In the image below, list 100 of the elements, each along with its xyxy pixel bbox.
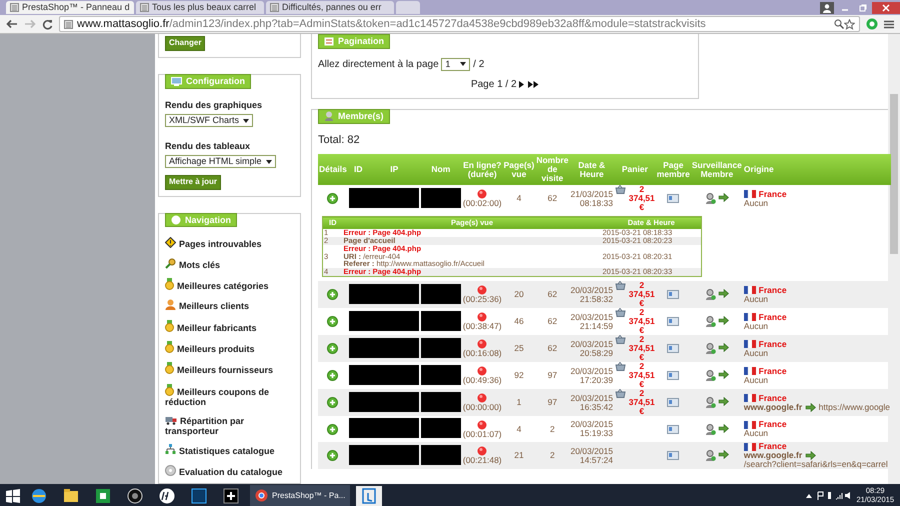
expand-icon[interactable] (327, 316, 338, 328)
visit-time: 08:18:33 (578, 198, 614, 208)
dropdown-caret-icon (243, 118, 250, 123)
update-button[interactable]: Mettre à jour (165, 175, 222, 190)
table-render-select[interactable]: Affichage HTML simple (165, 155, 276, 168)
id-card-icon[interactable] (667, 290, 680, 300)
arrow-icon[interactable] (718, 424, 730, 433)
id-card-icon[interactable] (667, 424, 680, 434)
zoom-icon[interactable] (834, 19, 844, 29)
menu-icon[interactable] (884, 20, 894, 28)
expand-icon[interactable] (327, 289, 338, 300)
arrow-icon[interactable] (718, 370, 730, 380)
scrollbar-thumb[interactable] (890, 94, 898, 254)
id-card-icon[interactable] (667, 317, 680, 326)
nav-link[interactable]: Pages introuvables (165, 237, 294, 250)
expand-icon[interactable] (327, 397, 338, 408)
person-icon[interactable] (704, 289, 716, 300)
flag-icon (744, 442, 756, 451)
nav-link[interactable]: Evaluation du catalogue (165, 464, 294, 477)
user-icon[interactable] (820, 2, 834, 14)
arrow-icon[interactable] (718, 343, 730, 352)
plus-square-icon[interactable] (222, 486, 240, 504)
arrow-icon[interactable] (718, 289, 730, 298)
reload-icon[interactable] (42, 18, 53, 30)
redacted-block (420, 392, 461, 412)
arrow-icon[interactable] (718, 316, 730, 326)
visit-date: 20/03/2015 (570, 286, 614, 295)
touch-app-icon[interactable] (361, 488, 377, 504)
nav-link[interactable]: Meilleurs clients (165, 299, 294, 312)
address-field[interactable]: www.mattasoglio.fr/admin123/index.php?tab=AdminStats&token=ad1c145727da4538e9cbd989eb32a8ff&module=statstrackvisits (59, 16, 860, 32)
expand-icon[interactable] (327, 370, 338, 382)
square-app-icon[interactable] (190, 486, 208, 504)
arrow-icon[interactable] (718, 397, 730, 406)
referrer-link[interactable]: https://www.google (818, 402, 890, 412)
person-icon[interactable] (704, 370, 716, 382)
status-dot-icon (477, 339, 488, 350)
nav-link[interactable]: Meilleurs coupons de réduction (165, 384, 294, 408)
cart-total: 2 374,51 € (628, 335, 655, 362)
pages-viewed: 92 (502, 362, 536, 390)
nav-link[interactable]: Mots clés (165, 258, 294, 270)
arrow-icon[interactable] (718, 193, 730, 202)
folder-icon[interactable] (62, 486, 80, 504)
extension-icon[interactable] (866, 18, 878, 30)
arrow-icon[interactable] (804, 451, 816, 460)
expand-icon[interactable] (327, 193, 338, 204)
person-icon[interactable] (704, 424, 716, 435)
column-header: Nom (420, 154, 462, 186)
online-duration: (00:02:00) (462, 199, 502, 208)
pages-viewed: 46 (502, 308, 536, 336)
id-card-icon[interactable] (667, 451, 680, 460)
star-icon[interactable] (844, 18, 855, 30)
medal-icon (165, 384, 174, 396)
column-header: Page(s) vue (502, 154, 536, 186)
browser-tab[interactable]: PrestaShop™ - Panneau d (6, 1, 134, 14)
id-card-icon[interactable] (667, 398, 680, 408)
browser-tab[interactable]: Tous les plus beaux carrel (136, 1, 264, 14)
online-duration: (00:16:08) (462, 349, 502, 358)
graph-render-select[interactable]: XML/SWF Charts (165, 114, 254, 127)
browser-globe-icon[interactable] (30, 486, 48, 504)
back-arrow-icon[interactable] (6, 19, 18, 29)
nav-link[interactable]: Meilleurs produits (165, 341, 294, 354)
tray-icons[interactable] (806, 491, 850, 500)
last-page-icon[interactable] (528, 81, 540, 88)
arrow-icon[interactable] (718, 450, 730, 460)
person-icon[interactable] (704, 450, 716, 462)
flag-icon (744, 313, 756, 322)
nav-link[interactable]: Meilleur fabricants (165, 320, 294, 334)
store-icon[interactable] (94, 486, 112, 504)
expand-icon[interactable] (327, 424, 338, 435)
nav-link[interactable]: Statistiques catalogue (165, 444, 294, 457)
country-name: France (758, 394, 787, 403)
person-icon[interactable] (704, 397, 716, 408)
id-card-icon[interactable] (667, 194, 680, 204)
column-header: En ligne? (durée) (462, 154, 503, 186)
browser-tab[interactable]: Difficultés, pannes ou err (266, 1, 394, 14)
nav-link[interactable]: Répartition par transporteur (165, 416, 294, 436)
expand-icon[interactable] (327, 343, 338, 354)
id-card-icon[interactable] (667, 371, 680, 380)
person-icon[interactable] (704, 193, 716, 204)
page-select[interactable]: 1 (441, 58, 470, 71)
change-button[interactable]: Changer (165, 36, 206, 51)
nav-link[interactable]: Meilleurs fournisseurs (165, 362, 294, 376)
person-icon[interactable] (704, 316, 716, 328)
medal-icon (165, 341, 174, 354)
keys-icon (165, 258, 176, 269)
person-icon[interactable] (704, 343, 716, 354)
taskbar-app-button[interactable]: PrestaShop™ - Pa... (250, 485, 350, 506)
round-logo-icon[interactable] (158, 486, 176, 504)
country-name: France (758, 420, 787, 430)
next-page-icon[interactable] (519, 81, 526, 88)
referrer-link[interactable]: /search?client=safari&rls=en&q=carrel (744, 459, 888, 470)
windows-logo-icon[interactable] (6, 488, 20, 502)
id-card-icon[interactable] (667, 344, 680, 354)
arrow-icon[interactable] (804, 402, 816, 412)
visit-time: 21:14:59 (578, 322, 614, 331)
nav-link[interactable]: Meilleures catégories (165, 278, 294, 292)
close-icon[interactable] (882, 4, 890, 12)
visit-date: 21/03/2015 (570, 190, 614, 199)
camera-icon[interactable] (126, 486, 144, 504)
expand-icon[interactable] (327, 450, 338, 462)
